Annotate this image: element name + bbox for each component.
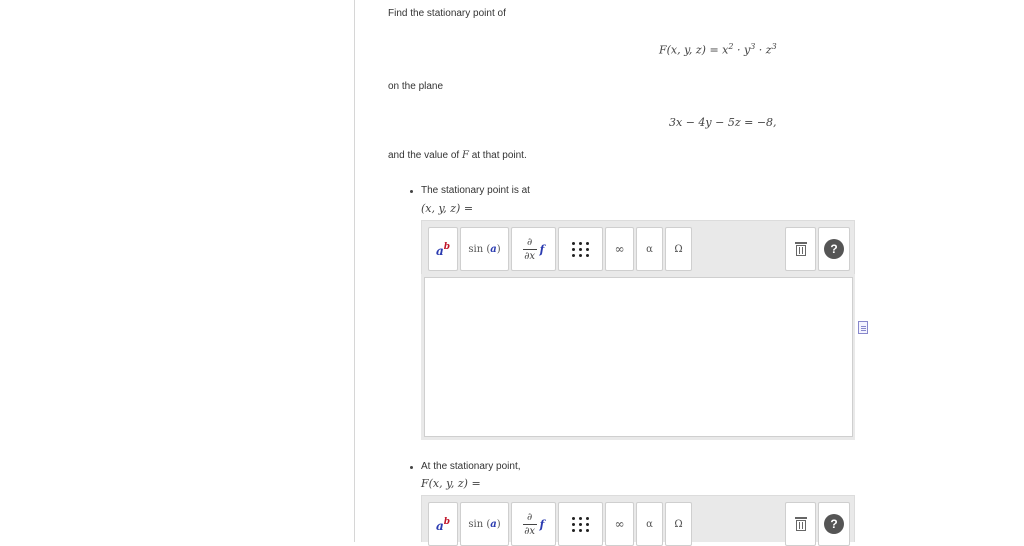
- trash-icon: [794, 242, 807, 256]
- clear-button[interactable]: [785, 227, 816, 271]
- help-button[interactable]: ?: [818, 227, 850, 271]
- omega-icon: Ω: [674, 243, 683, 255]
- alpha-button[interactable]: α: [636, 227, 663, 271]
- plane-text: on the plane: [388, 81, 444, 92]
- sin-button[interactable]: sin (a): [460, 502, 509, 546]
- question-intro: Find the stationary point of: [388, 8, 506, 19]
- math-toolbar-1: ab sin (a) ∂ ∂x f ∞ α Ω ?: [421, 220, 855, 276]
- omega-button[interactable]: Ω: [665, 227, 692, 271]
- document-icon[interactable]: [858, 321, 868, 334]
- math-toolbar-2: ab sin (a) ∂ ∂x f ∞ α Ω ?: [421, 495, 855, 546]
- trash-icon: [794, 517, 807, 531]
- help-button[interactable]: ?: [818, 502, 850, 546]
- derivative-button[interactable]: ∂ ∂x f: [511, 227, 556, 271]
- infinity-button[interactable]: ∞: [605, 502, 634, 546]
- exponent-icon: ab: [435, 241, 451, 258]
- exponent-button[interactable]: ab: [428, 502, 458, 546]
- infinity-icon: ∞: [614, 517, 625, 531]
- sin-button[interactable]: sin (a): [460, 227, 509, 271]
- omega-icon: Ω: [674, 518, 683, 530]
- sin-icon: sin (a): [468, 243, 501, 255]
- part1-expression: (x, y, z) =: [421, 202, 474, 215]
- exponent-icon: ab: [435, 516, 451, 533]
- part1-label: The stationary point is at: [421, 185, 530, 196]
- bullet: [410, 466, 413, 469]
- infinity-icon: ∞: [614, 242, 625, 256]
- help-icon: ?: [824, 514, 844, 534]
- derivative-button[interactable]: ∂ ∂x f: [511, 502, 556, 546]
- matrix-icon: [571, 516, 590, 532]
- answer-input-1[interactable]: [424, 277, 853, 437]
- alpha-button[interactable]: α: [636, 502, 663, 546]
- content-divider: [354, 0, 355, 542]
- bullet: [410, 190, 413, 193]
- alpha-icon: α: [646, 243, 653, 255]
- value-text: and the value of F at that point.: [388, 150, 527, 161]
- matrix-button[interactable]: [558, 502, 603, 546]
- function-equation: F(x, y, z) = x2 · y3 · z3: [659, 42, 777, 57]
- part2-label: At the stationary point,: [421, 461, 521, 472]
- alpha-icon: α: [646, 518, 653, 530]
- matrix-icon: [571, 241, 590, 257]
- omega-button[interactable]: Ω: [665, 502, 692, 546]
- part2-expression: F(x, y, z) =: [421, 477, 481, 490]
- clear-button[interactable]: [785, 502, 816, 546]
- derivative-icon: ∂ ∂x f: [522, 236, 545, 262]
- infinity-button[interactable]: ∞: [605, 227, 634, 271]
- matrix-button[interactable]: [558, 227, 603, 271]
- exponent-button[interactable]: ab: [428, 227, 458, 271]
- plane-equation: 3x − 4y − 5z = −8,: [669, 116, 777, 129]
- sin-icon: sin (a): [468, 518, 501, 530]
- derivative-icon: ∂ ∂x f: [522, 511, 545, 537]
- help-icon: ?: [824, 239, 844, 259]
